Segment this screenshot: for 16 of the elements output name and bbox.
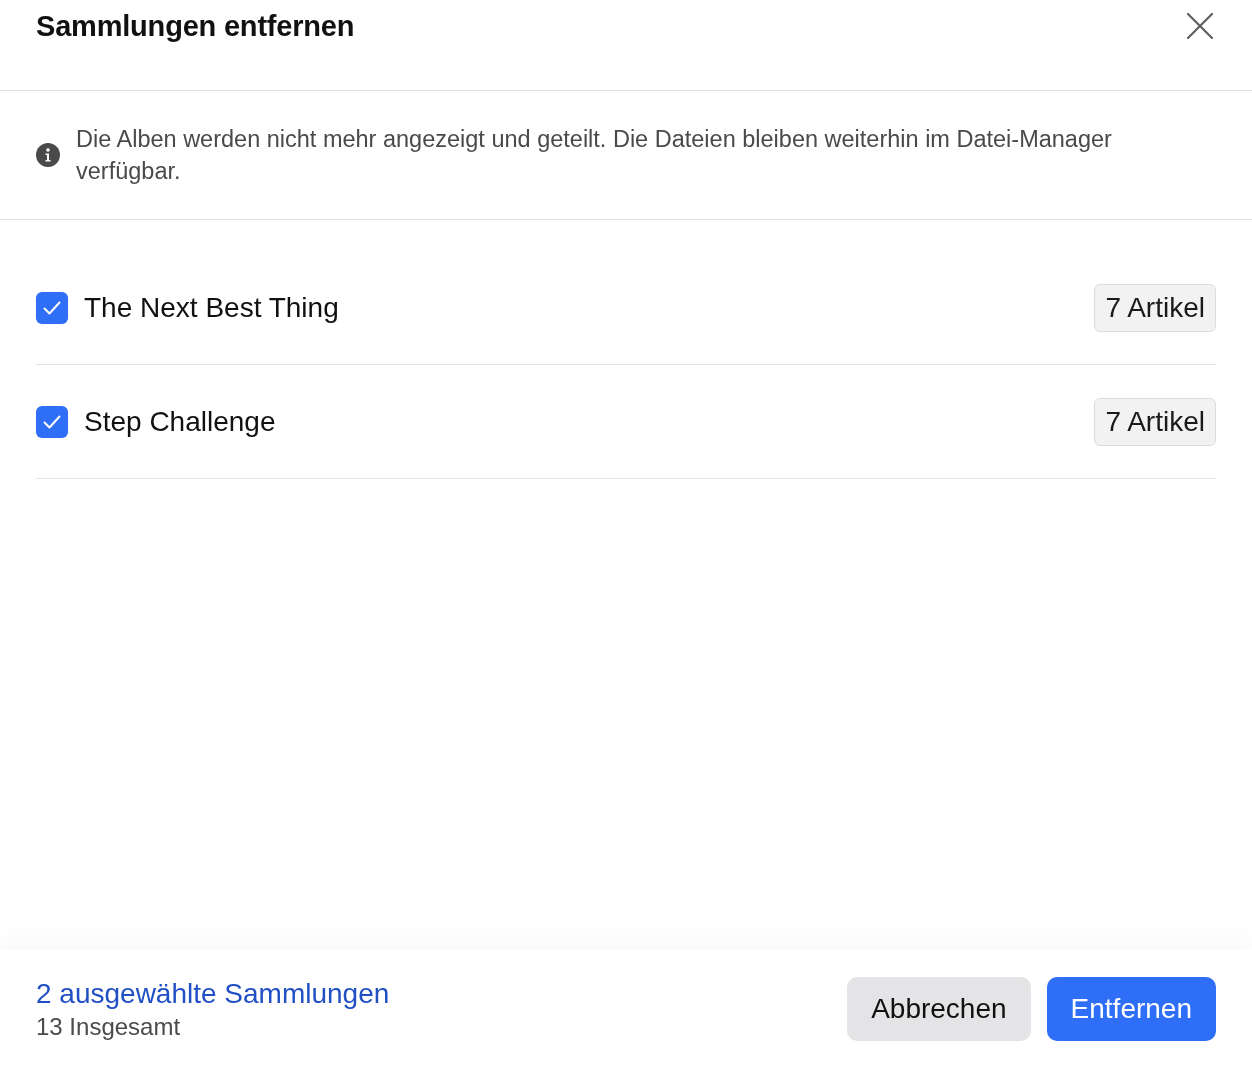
- cancel-button[interactable]: Abbrechen: [847, 977, 1031, 1041]
- info-icon: [36, 143, 60, 167]
- checkmark-icon: [43, 300, 61, 315]
- selection-count: 2 ausgewählte Sammlungen: [36, 977, 390, 1011]
- item-count-badge: 7 Artikel: [1094, 283, 1216, 332]
- close-icon: [1187, 13, 1213, 39]
- total-count: 13 Insgesamt: [36, 1012, 181, 1042]
- checkbox[interactable]: [36, 405, 68, 438]
- checkbox[interactable]: [36, 291, 68, 324]
- checkmark-icon: [43, 414, 61, 429]
- dialog-title: Sammlungen entfernen: [36, 9, 355, 44]
- collection-name: The Next Best Thing: [84, 290, 339, 325]
- collection-name: Step Challenge: [84, 404, 276, 439]
- info-message: Die Alben werden nicht mehr angezeigt und geteilt. Die Dateien bleiben weiterhin im Datei-Manager verfügbar.: [76, 125, 1113, 186]
- item-count-badge: 7 Artikel: [1094, 397, 1216, 446]
- remove-button[interactable]: Entfernen: [1046, 977, 1216, 1041]
